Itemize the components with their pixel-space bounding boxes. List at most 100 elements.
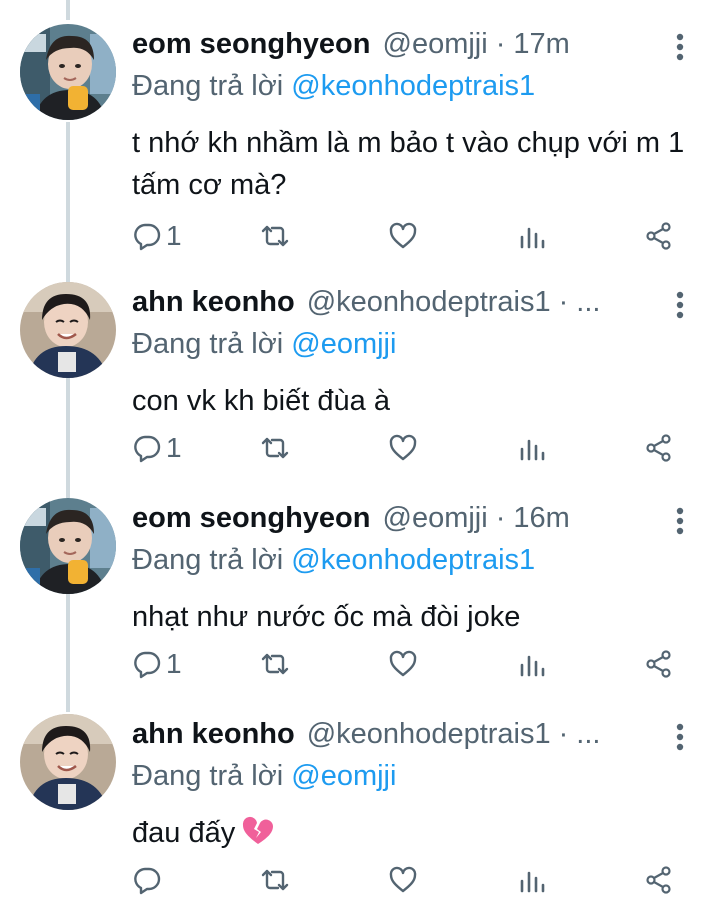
reply-icon [134, 651, 161, 679]
share-icon [646, 434, 671, 462]
avatar[interactable] [20, 714, 116, 810]
views-button[interactable] [518, 428, 546, 468]
reply-icon [134, 223, 161, 251]
more-vertical-icon[interactable] [670, 504, 690, 538]
reply-button[interactable]: 1 [132, 644, 182, 684]
tweet-header: ahn keonho @keonhodeptrais1 · ... [132, 282, 660, 322]
like-icon [389, 434, 417, 461]
views-button[interactable] [518, 644, 546, 684]
tweet-header: ahn keonho @keonhodeptrais1 · ... [132, 714, 660, 754]
display-name[interactable]: ahn keonho [132, 714, 295, 754]
retweet-button[interactable] [258, 644, 292, 684]
like-icon [389, 222, 417, 249]
thread-connector-line [66, 0, 70, 20]
tweet-text: con vk kh biết đùa à [132, 385, 390, 417]
tweet-actions: 1 [132, 216, 692, 256]
views-button[interactable] [518, 216, 546, 256]
retweet-button[interactable] [258, 216, 292, 256]
share-button[interactable] [644, 860, 674, 900]
tweet-actions [132, 860, 692, 900]
more-vertical-icon[interactable] [670, 720, 690, 754]
share-icon [646, 222, 671, 250]
avatar-eom-image [20, 498, 116, 594]
mention-link[interactable]: @keonhodeptrais1 [291, 544, 535, 576]
retweet-button[interactable] [258, 428, 292, 468]
more-vertical-icon[interactable] [670, 288, 690, 322]
separator-dot: · [495, 502, 506, 534]
separator-dot: · [495, 28, 506, 60]
user-handle[interactable]: @eomjji [383, 24, 488, 64]
retweet-icon [261, 225, 289, 247]
retweet-icon [261, 437, 289, 459]
replying-to-label: Đang trả lời [132, 544, 284, 576]
like-button[interactable] [388, 644, 418, 684]
display-name[interactable]: ahn keonho [132, 282, 295, 322]
tweet[interactable]: eom seonghyeon @eomjji · 17m Đang trả lờ… [0, 24, 720, 264]
replying-to: Đang trả lời @keonhodeptrais1 [132, 66, 535, 106]
reply-count: 1 [166, 220, 182, 251]
retweet-icon [261, 869, 289, 891]
reply-thread: eom seonghyeon @eomjji · 17m Đang trả lờ… [0, 0, 720, 910]
views-icon [520, 655, 545, 677]
avatar[interactable] [20, 282, 116, 378]
mention-link[interactable]: @eomjji [291, 328, 396, 360]
share-icon [646, 650, 671, 678]
user-handle[interactable]: @keonhodeptrais1 [307, 282, 551, 322]
like-button[interactable] [388, 428, 418, 468]
user-handle[interactable]: @eomjji [383, 498, 488, 538]
tweet-text: đau đấy [132, 812, 692, 858]
reply-icon [134, 867, 161, 895]
display-name[interactable]: eom seonghyeon [132, 498, 371, 538]
views-button[interactable] [518, 860, 546, 900]
mention-link[interactable]: @eomjji [291, 760, 396, 792]
avatar[interactable] [20, 24, 116, 120]
replying-to: Đang trả lời @eomjji [132, 324, 396, 364]
tweet-actions: 1 [132, 644, 692, 684]
timestamp[interactable]: 17m [513, 24, 569, 64]
separator-dot: · [558, 286, 569, 318]
replying-to-label: Đang trả lời [132, 760, 284, 792]
user-handle[interactable]: @keonhodeptrais1 [307, 714, 551, 754]
avatar-eom-image [20, 24, 116, 120]
reply-count: 1 [166, 648, 182, 679]
tweet[interactable]: ahn keonho @keonhodeptrais1 · ... Đang t… [0, 282, 720, 472]
tweet[interactable]: eom seonghyeon @eomjji · 16m Đang trả lờ… [0, 498, 720, 688]
reply-button[interactable]: 1 [132, 428, 182, 468]
share-button[interactable] [644, 428, 674, 468]
reply-icon [134, 435, 161, 463]
broken-heart-icon [241, 816, 275, 858]
avatar-ahn-image [20, 714, 116, 810]
share-icon [646, 866, 671, 894]
like-button[interactable] [388, 860, 418, 900]
timestamp[interactable]: ... [576, 282, 600, 322]
avatar-ahn-image [20, 282, 116, 378]
more-vertical-icon[interactable] [670, 30, 690, 64]
views-icon [520, 439, 545, 461]
tweet-text: t nhớ kh nhầm là m bảo t vào chụp với m … [132, 127, 685, 201]
views-icon [520, 871, 545, 893]
retweet-button[interactable] [258, 860, 292, 900]
tweet-text-content: đau đấy [132, 817, 236, 849]
replying-to: Đang trả lời @eomjji [132, 756, 396, 796]
share-button[interactable] [644, 216, 674, 256]
avatar[interactable] [20, 498, 116, 594]
timestamp[interactable]: ... [576, 714, 600, 754]
like-button[interactable] [388, 216, 418, 256]
replying-to-label: Đang trả lời [132, 70, 284, 102]
replying-to-label: Đang trả lời [132, 328, 284, 360]
tweet-header: eom seonghyeon @eomjji · 17m [132, 24, 660, 64]
replying-to: Đang trả lời @keonhodeptrais1 [132, 540, 535, 580]
like-icon [389, 866, 417, 893]
reply-count: 1 [166, 432, 182, 463]
tweet[interactable]: ahn keonho @keonhodeptrais1 · ... Đang t… [0, 714, 720, 904]
timestamp[interactable]: 16m [513, 498, 569, 538]
reply-button[interactable] [132, 860, 166, 900]
reply-button[interactable]: 1 [132, 216, 182, 256]
tweet-header: eom seonghyeon @eomjji · 16m [132, 498, 660, 538]
display-name[interactable]: eom seonghyeon [132, 24, 371, 64]
mention-link[interactable]: @keonhodeptrais1 [291, 70, 535, 102]
views-icon [520, 227, 545, 249]
separator-dot: · [558, 718, 569, 750]
share-button[interactable] [644, 644, 674, 684]
retweet-icon [261, 653, 289, 675]
